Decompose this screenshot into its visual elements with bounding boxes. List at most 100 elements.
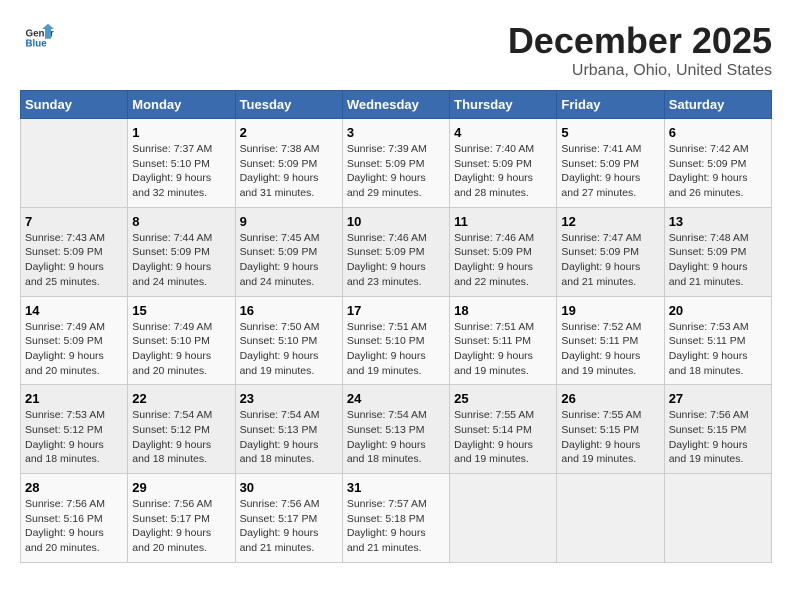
day-info: Sunrise: 7:54 AMSunset: 5:12 PMDaylight:… xyxy=(132,408,230,467)
svg-text:Blue: Blue xyxy=(26,38,48,49)
day-info: Sunrise: 7:51 AMSunset: 5:10 PMDaylight:… xyxy=(347,320,445,379)
calendar-cell: 13 Sunrise: 7:48 AMSunset: 5:09 PMDayligh… xyxy=(664,207,771,296)
day-info: Sunrise: 7:51 AMSunset: 5:11 PMDaylight:… xyxy=(454,320,552,379)
day-number: 23 xyxy=(240,391,338,406)
day-number: 15 xyxy=(132,303,230,318)
day-number: 7 xyxy=(25,214,123,229)
calendar-cell: 25 Sunrise: 7:55 AMSunset: 5:14 PMDayligh… xyxy=(450,385,557,474)
week-row-3: 14 Sunrise: 7:49 AMSunset: 5:09 PMDayligh… xyxy=(21,296,772,385)
day-info: Sunrise: 7:57 AMSunset: 5:18 PMDaylight:… xyxy=(347,497,445,556)
column-header-sunday: Sunday xyxy=(21,91,128,119)
column-header-saturday: Saturday xyxy=(664,91,771,119)
header-row: SundayMondayTuesdayWednesdayThursdayFrid… xyxy=(21,91,772,119)
calendar-cell xyxy=(21,119,128,208)
title-area: December 2025 Urbana, Ohio, United State… xyxy=(508,20,772,80)
day-info: Sunrise: 7:50 AMSunset: 5:10 PMDaylight:… xyxy=(240,320,338,379)
day-info: Sunrise: 7:56 AMSunset: 5:16 PMDaylight:… xyxy=(25,497,123,556)
day-info: Sunrise: 7:55 AMSunset: 5:14 PMDaylight:… xyxy=(454,408,552,467)
day-info: Sunrise: 7:41 AMSunset: 5:09 PMDaylight:… xyxy=(561,142,659,201)
day-info: Sunrise: 7:39 AMSunset: 5:09 PMDaylight:… xyxy=(347,142,445,201)
day-number: 5 xyxy=(561,125,659,140)
column-header-monday: Monday xyxy=(128,91,235,119)
day-info: Sunrise: 7:56 AMSunset: 5:17 PMDaylight:… xyxy=(240,497,338,556)
day-number: 27 xyxy=(669,391,767,406)
calendar-cell: 6Sunrise: 7:42 AMSunset: 5:09 PMDaylight… xyxy=(664,119,771,208)
calendar-cell: 1 Sunrise: 7:37 AMSunset: 5:10 PMDaylight… xyxy=(128,119,235,208)
calendar-cell xyxy=(664,474,771,563)
day-number: 4 xyxy=(454,125,552,140)
day-number: 19 xyxy=(561,303,659,318)
location-subtitle: Urbana, Ohio, United States xyxy=(508,62,772,80)
calendar-cell: 7 Sunrise: 7:43 AMSunset: 5:09 PMDaylight… xyxy=(21,207,128,296)
column-header-thursday: Thursday xyxy=(450,91,557,119)
day-number: 17 xyxy=(347,303,445,318)
day-number: 21 xyxy=(25,391,123,406)
day-info: Sunrise: 7:46 AMSunset: 5:09 PMDaylight:… xyxy=(454,231,552,290)
calendar-cell: 29 Sunrise: 7:56 AMSunset: 5:17 PMDayligh… xyxy=(128,474,235,563)
calendar-cell: 10 Sunrise: 7:46 AMSunset: 5:09 PMDayligh… xyxy=(342,207,449,296)
day-number: 18 xyxy=(454,303,552,318)
calendar-cell: 4 Sunrise: 7:40 AMSunset: 5:09 PMDaylight… xyxy=(450,119,557,208)
day-info: Sunrise: 7:49 AMSunset: 5:09 PMDaylight:… xyxy=(25,320,123,379)
calendar-cell: 20Sunrise: 7:53 AMSunset: 5:11 PMDayligh… xyxy=(664,296,771,385)
header: General Blue December 2025 Urbana, Ohio,… xyxy=(20,20,772,80)
calendar-cell: 23 Sunrise: 7:54 AMSunset: 5:13 PMDayligh… xyxy=(235,385,342,474)
calendar-cell: 16Sunrise: 7:50 AMSunset: 5:10 PMDayligh… xyxy=(235,296,342,385)
day-number: 25 xyxy=(454,391,552,406)
calendar-cell: 26 Sunrise: 7:55 AMSunset: 5:15 PMDayligh… xyxy=(557,385,664,474)
calendar-table: SundayMondayTuesdayWednesdayThursdayFrid… xyxy=(20,90,772,563)
day-info: Sunrise: 7:52 AMSunset: 5:11 PMDaylight:… xyxy=(561,320,659,379)
day-number: 29 xyxy=(132,480,230,495)
day-number: 10 xyxy=(347,214,445,229)
calendar-cell: 17 Sunrise: 7:51 AMSunset: 5:10 PMDayligh… xyxy=(342,296,449,385)
week-row-5: 28 Sunrise: 7:56 AMSunset: 5:16 PMDayligh… xyxy=(21,474,772,563)
day-info: Sunrise: 7:48 AMSunset: 5:09 PMDaylight:… xyxy=(669,231,767,290)
day-number: 8 xyxy=(132,214,230,229)
day-info: Sunrise: 7:49 AMSunset: 5:10 PMDaylight:… xyxy=(132,320,230,379)
calendar-cell: 15 Sunrise: 7:49 AMSunset: 5:10 PMDayligh… xyxy=(128,296,235,385)
day-number: 26 xyxy=(561,391,659,406)
day-info: Sunrise: 7:47 AMSunset: 5:09 PMDaylight:… xyxy=(561,231,659,290)
calendar-cell: 5 Sunrise: 7:41 AMSunset: 5:09 PMDaylight… xyxy=(557,119,664,208)
day-number: 13 xyxy=(669,214,767,229)
calendar-cell: 19 Sunrise: 7:52 AMSunset: 5:11 PMDayligh… xyxy=(557,296,664,385)
calendar-cell: 8 Sunrise: 7:44 AMSunset: 5:09 PMDaylight… xyxy=(128,207,235,296)
calendar-cell: 24Sunrise: 7:54 AMSunset: 5:13 PMDayligh… xyxy=(342,385,449,474)
calendar-cell: 21Sunrise: 7:53 AMSunset: 5:12 PMDayligh… xyxy=(21,385,128,474)
day-info: Sunrise: 7:56 AMSunset: 5:15 PMDaylight:… xyxy=(669,408,767,467)
week-row-4: 21Sunrise: 7:53 AMSunset: 5:12 PMDayligh… xyxy=(21,385,772,474)
day-number: 9 xyxy=(240,214,338,229)
day-number: 1 xyxy=(132,125,230,140)
day-info: Sunrise: 7:45 AMSunset: 5:09 PMDaylight:… xyxy=(240,231,338,290)
day-number: 24 xyxy=(347,391,445,406)
calendar-cell: 14 Sunrise: 7:49 AMSunset: 5:09 PMDayligh… xyxy=(21,296,128,385)
day-info: Sunrise: 7:55 AMSunset: 5:15 PMDaylight:… xyxy=(561,408,659,467)
calendar-cell: 12Sunrise: 7:47 AMSunset: 5:09 PMDayligh… xyxy=(557,207,664,296)
day-number: 20 xyxy=(669,303,767,318)
column-header-friday: Friday xyxy=(557,91,664,119)
day-number: 30 xyxy=(240,480,338,495)
calendar-cell: 22 Sunrise: 7:54 AMSunset: 5:12 PMDayligh… xyxy=(128,385,235,474)
day-number: 22 xyxy=(132,391,230,406)
day-number: 31 xyxy=(347,480,445,495)
day-number: 2 xyxy=(240,125,338,140)
day-info: Sunrise: 7:44 AMSunset: 5:09 PMDaylight:… xyxy=(132,231,230,290)
day-number: 28 xyxy=(25,480,123,495)
week-row-2: 7 Sunrise: 7:43 AMSunset: 5:09 PMDaylight… xyxy=(21,207,772,296)
day-info: Sunrise: 7:54 AMSunset: 5:13 PMDaylight:… xyxy=(240,408,338,467)
day-number: 3 xyxy=(347,125,445,140)
day-info: Sunrise: 7:46 AMSunset: 5:09 PMDaylight:… xyxy=(347,231,445,290)
week-row-1: 1 Sunrise: 7:37 AMSunset: 5:10 PMDaylight… xyxy=(21,119,772,208)
day-info: Sunrise: 7:37 AMSunset: 5:10 PMDaylight:… xyxy=(132,142,230,201)
day-info: Sunrise: 7:56 AMSunset: 5:17 PMDaylight:… xyxy=(132,497,230,556)
calendar-cell xyxy=(450,474,557,563)
day-info: Sunrise: 7:40 AMSunset: 5:09 PMDaylight:… xyxy=(454,142,552,201)
day-number: 14 xyxy=(25,303,123,318)
calendar-cell: 18 Sunrise: 7:51 AMSunset: 5:11 PMDayligh… xyxy=(450,296,557,385)
day-info: Sunrise: 7:43 AMSunset: 5:09 PMDaylight:… xyxy=(25,231,123,290)
calendar-cell: 9 Sunrise: 7:45 AMSunset: 5:09 PMDaylight… xyxy=(235,207,342,296)
day-number: 11 xyxy=(454,214,552,229)
day-info: Sunrise: 7:38 AMSunset: 5:09 PMDaylight:… xyxy=(240,142,338,201)
column-header-tuesday: Tuesday xyxy=(235,91,342,119)
calendar-cell: 30 Sunrise: 7:56 AMSunset: 5:17 PMDayligh… xyxy=(235,474,342,563)
